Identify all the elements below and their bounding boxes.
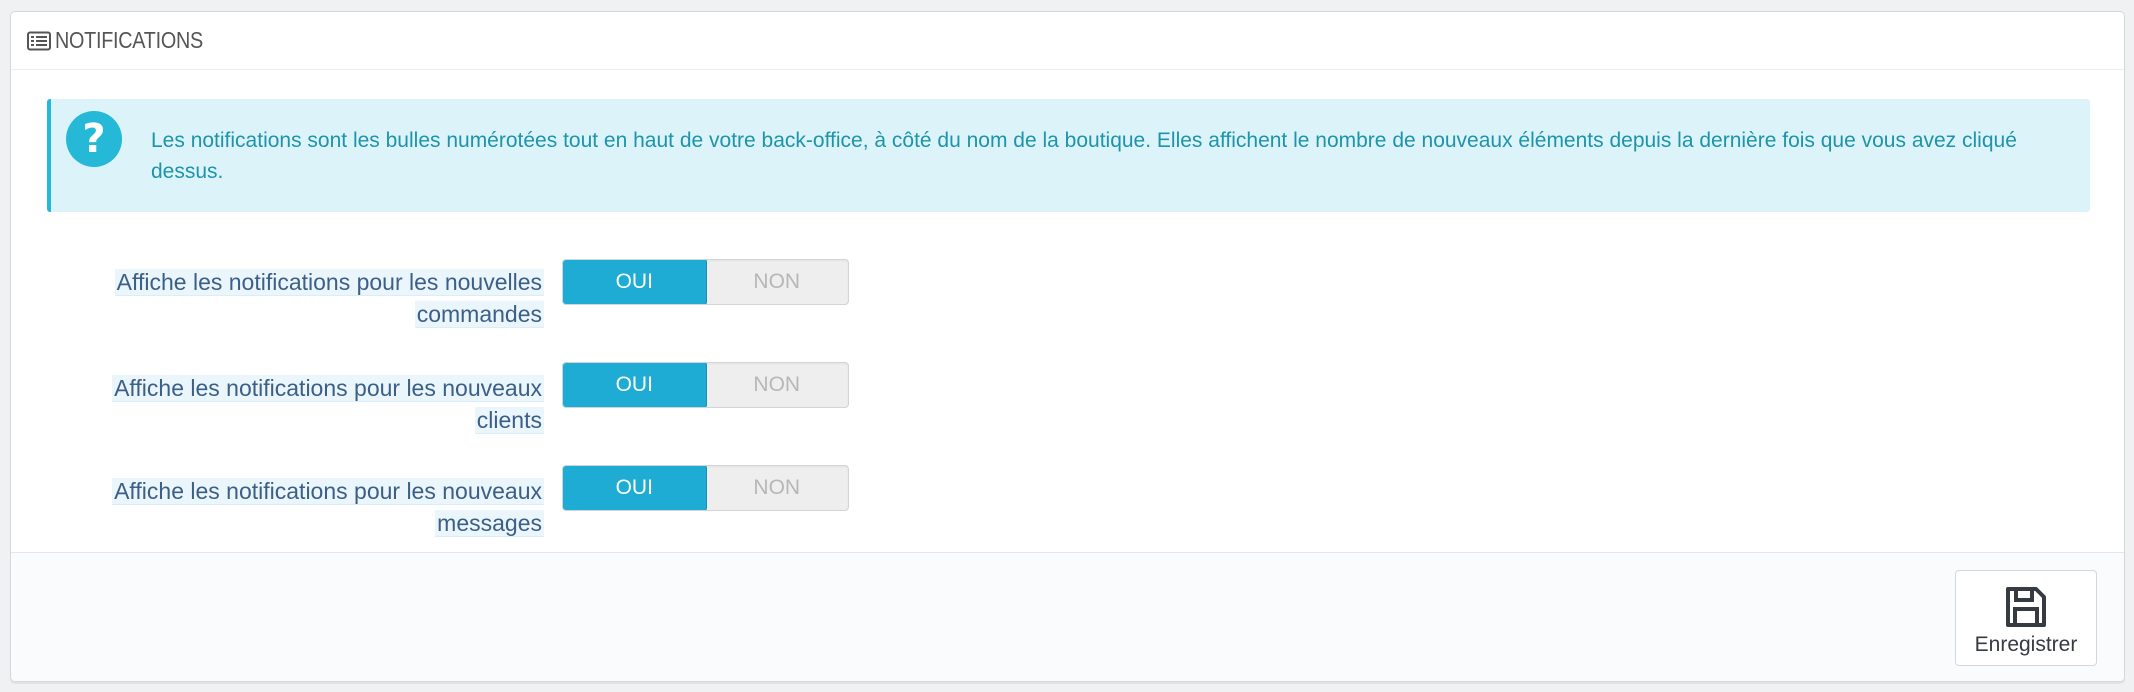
save-button[interactable]: Enregistrer (1955, 570, 2097, 666)
floppy-disk-icon (2004, 585, 2048, 629)
switch-option-yes[interactable]: OUI (563, 260, 707, 304)
switch-option-no[interactable]: NON (706, 363, 849, 407)
alert-text: Les notifications sont les bulles numéro… (151, 129, 2017, 183)
info-alert: ? Les notifications sont les bulles numé… (47, 99, 2090, 212)
form-row-new-orders: Affiche les notifications pour les nouve… (11, 250, 2124, 328)
row-label: Affiche les notifications pour les nouve… (74, 475, 544, 539)
row-label: Affiche les notifications pour les nouve… (74, 372, 544, 436)
list-icon (27, 31, 51, 51)
row-label-text: Affiche les notifications pour les nouve… (112, 375, 544, 434)
question-circle-icon: ? (66, 111, 122, 167)
form-row-new-messages: Affiche les notifications pour les nouve… (11, 455, 2124, 537)
toggle-switch-new-customers[interactable]: OUI NON (562, 362, 849, 408)
toggle-switch-new-orders[interactable]: OUI NON (562, 259, 849, 305)
toggle-switch-new-messages[interactable]: OUI NON (562, 465, 849, 511)
switch-option-yes[interactable]: OUI (563, 466, 707, 510)
save-button-label: Enregistrer (1974, 633, 2078, 656)
row-label-text: Affiche les notifications pour les nouve… (112, 478, 544, 537)
panel-footer: Enregistrer (11, 552, 2124, 681)
switch-option-no[interactable]: NON (706, 260, 849, 304)
switch-option-no[interactable]: NON (706, 466, 849, 510)
switch-option-yes[interactable]: OUI (563, 363, 707, 407)
panel-title: NOTIFICATIONS (55, 27, 203, 53)
row-label: Affiche les notifications pour les nouve… (74, 266, 544, 330)
form-row-new-customers: Affiche les notifications pour les nouve… (11, 352, 2124, 434)
panel-heading: NOTIFICATIONS (11, 12, 2124, 70)
row-label-text: Affiche les notifications pour les nouve… (114, 269, 544, 328)
notifications-panel: NOTIFICATIONS ? Les notifications sont l… (10, 11, 2125, 682)
